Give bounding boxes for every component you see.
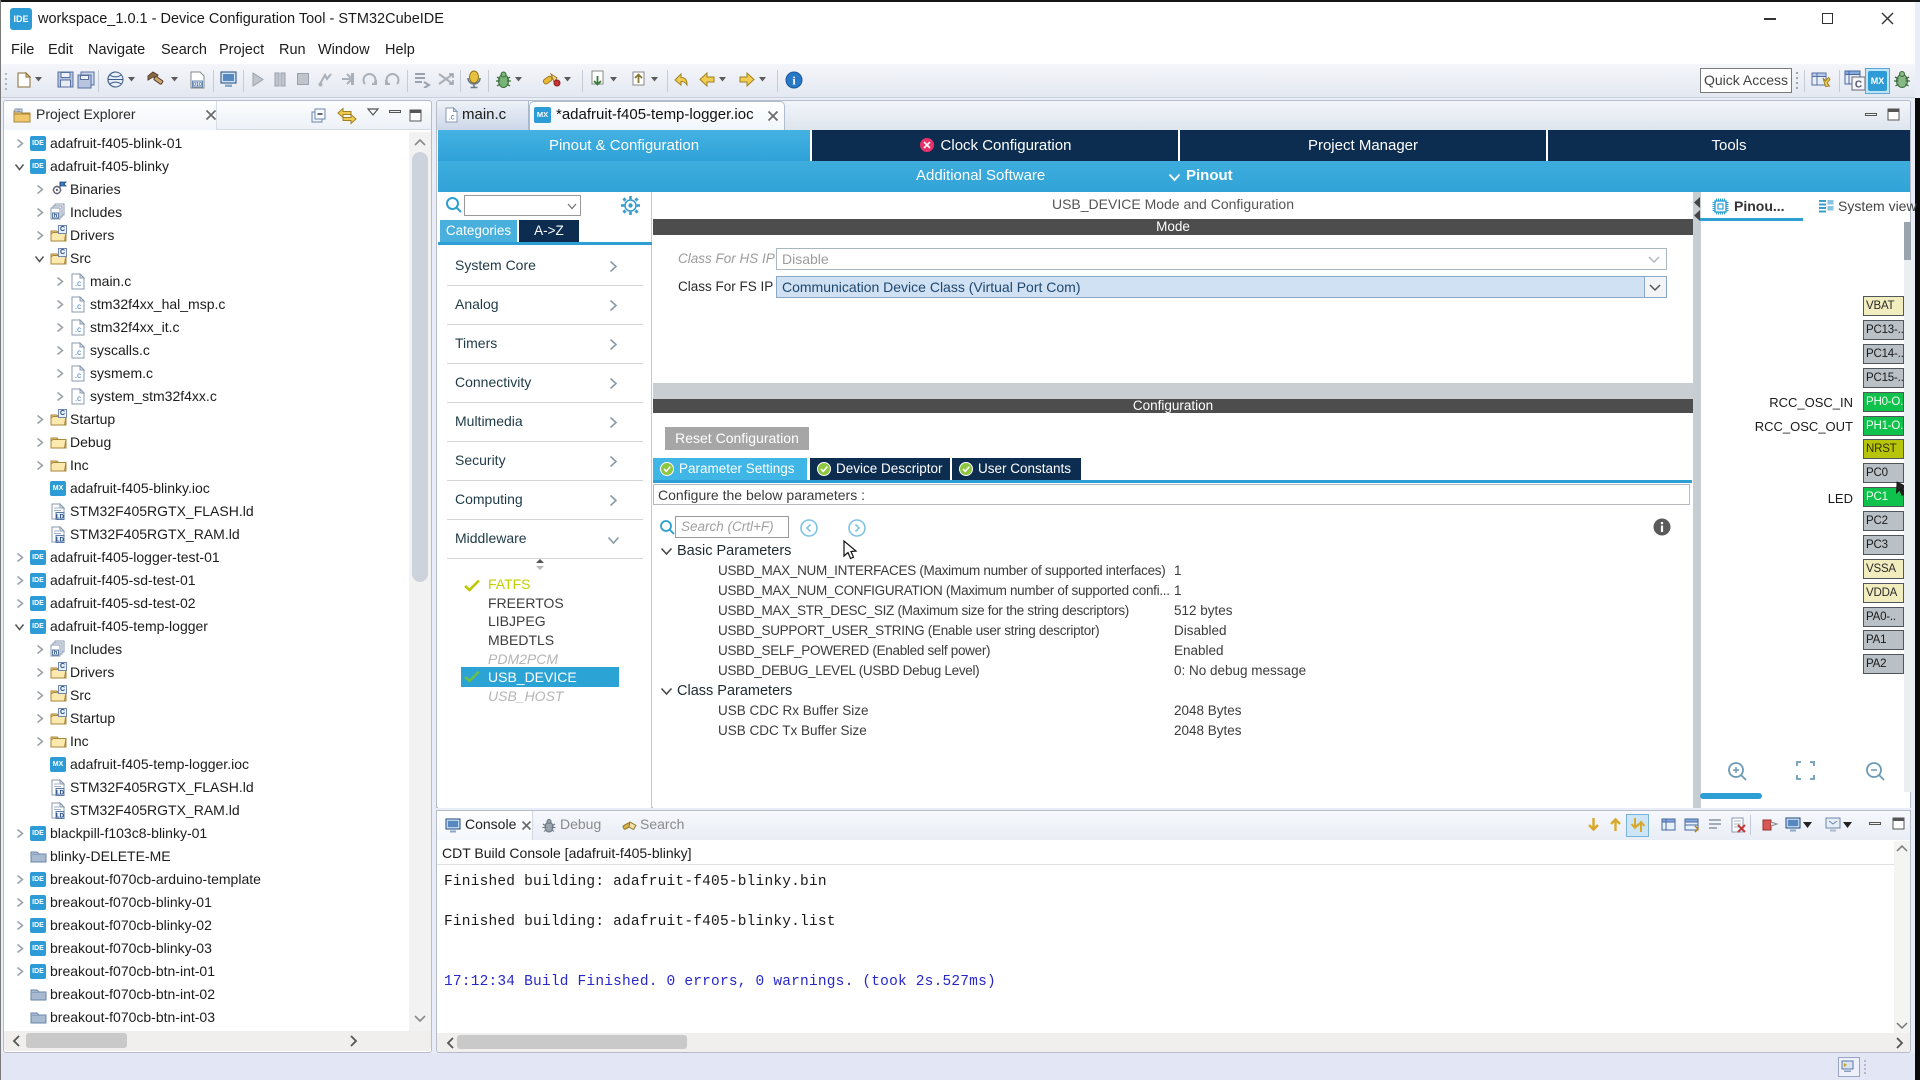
svg-text:C: C [1855,80,1862,91]
svg-text:LD: LD [56,515,65,521]
svg-text:010: 010 [193,82,202,88]
svg-text:.c: .c [448,113,454,122]
svg-text:LD: LD [56,814,65,820]
svg-text:.c: .c [75,394,81,403]
svg-text:.c: .c [75,279,81,288]
svg-text:.c: .c [75,302,81,311]
svg-text:LD: LD [56,538,65,544]
svg-text:.c: .c [75,325,81,334]
svg-text:LD: LD [56,791,65,797]
svg-text:.c: .c [75,371,81,380]
svg-text:.c: .c [75,348,81,357]
